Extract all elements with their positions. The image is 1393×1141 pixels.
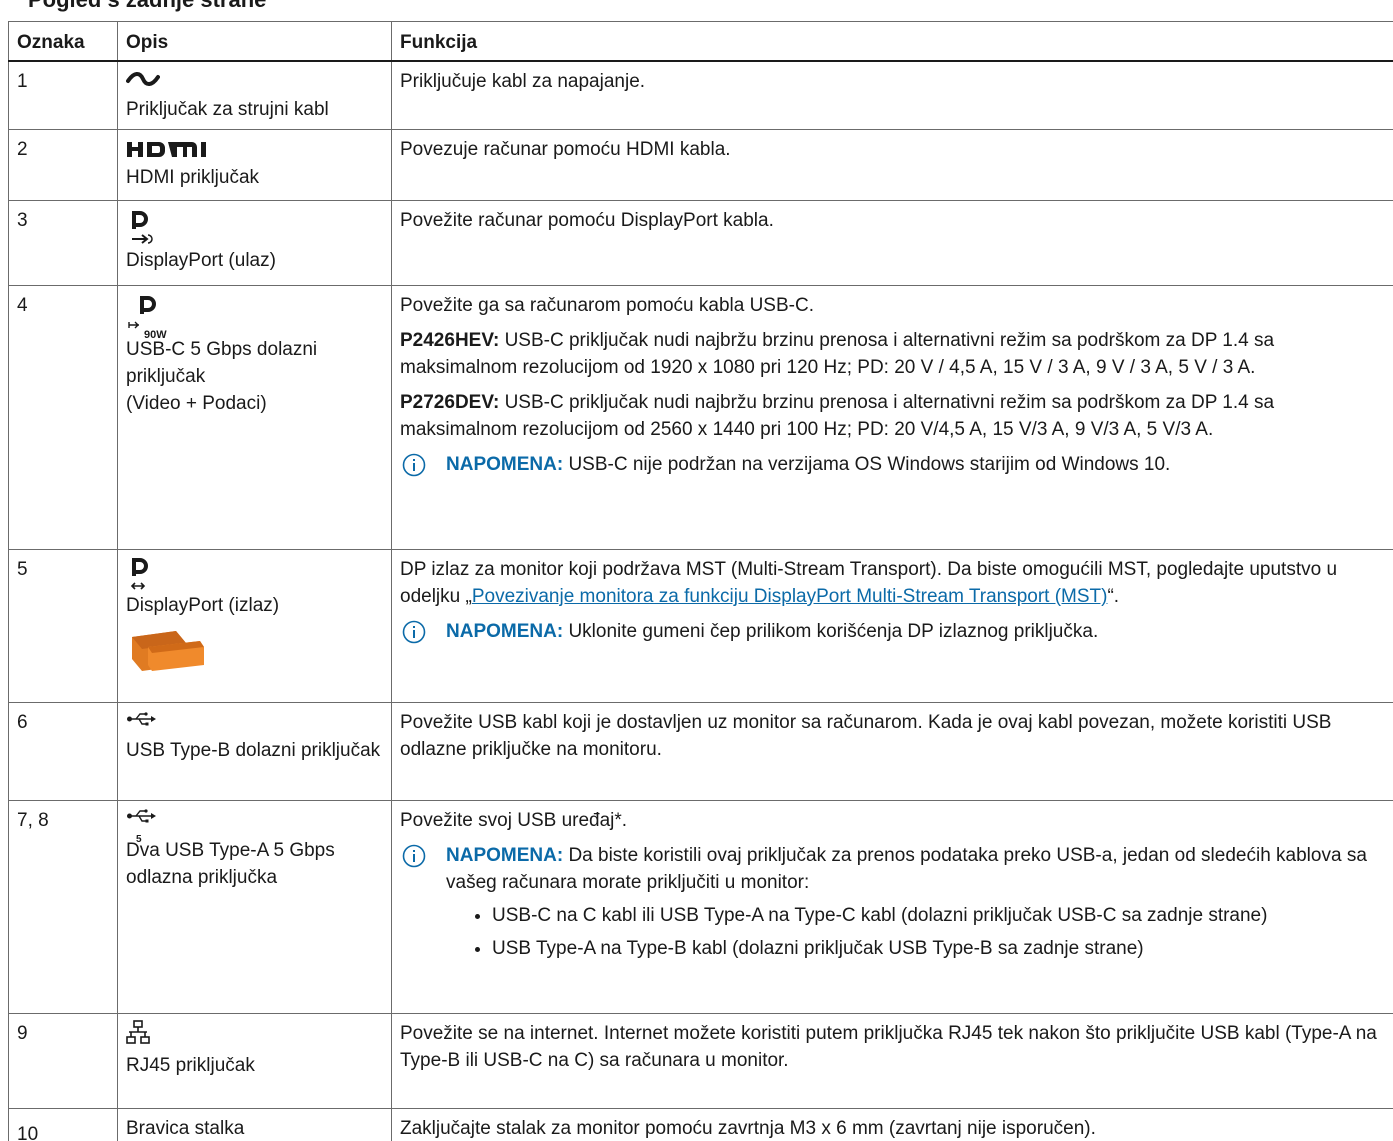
displayport-usbc-90w-icon: 90W: [126, 292, 383, 341]
row-number: 7, 8: [8, 800, 118, 1014]
section-heading: Pogled s zadnje strane: [28, 0, 266, 13]
header-opis: Opis: [117, 21, 392, 62]
table-header-row: Oznaka Opis Funkcija: [8, 21, 1393, 62]
port-subtitle: (Video + Podaci): [126, 393, 267, 414]
row-description: 5 Dva USB Type-A 5 Gbps odlazna priključ…: [117, 800, 392, 1014]
function-text: Povežite svoj USB uređaj*.: [400, 810, 628, 831]
mst-section-link[interactable]: Povezivanje monitora za funkciju Display…: [472, 586, 1108, 607]
rear-ports-table: Oznaka Opis Funkcija 1 Priključak za str…: [8, 21, 1393, 1141]
row-number: 4: [8, 285, 118, 550]
model-spec: P2726DEV: USB-C priključak nudi najbržu …: [400, 389, 1390, 443]
function-text: DP izlaz za monitor koji podržava MST (M…: [400, 556, 1390, 610]
port-name: Dva USB Type-A 5 Gbps odlazna priključka: [126, 840, 335, 888]
note: NAPOMENA: USB-C nije podržan na verzijam…: [400, 451, 1390, 478]
model-spec-text: USB-C priključak nudi najbržu brzinu pre…: [400, 330, 1275, 378]
port-name: USB Type-B dolazni priključak: [126, 740, 381, 761]
displayport-out-icon: [126, 556, 383, 592]
row-function: Povezuje računar pomoću HDMI kabla.: [391, 129, 1393, 201]
row-function: DP izlaz za monitor koji podržava MST (M…: [391, 549, 1393, 703]
network-icon: [126, 1020, 383, 1052]
port-name: Priključak za strujni kabl: [126, 99, 329, 120]
row-function: Povežite se na internet. Internet možete…: [391, 1013, 1393, 1109]
note-label: NAPOMENA:: [446, 845, 564, 866]
row-number: 3: [8, 200, 118, 286]
hdmi-icon: [126, 136, 383, 164]
function-text-post: “.: [1107, 586, 1120, 607]
row-description: RJ45 priključak: [117, 1013, 392, 1109]
row-function: Povežite svoj USB uređaj*. NAPOMENA: Da …: [391, 800, 1393, 1014]
row-number: 6: [8, 702, 118, 801]
table-row: 7, 8 5 Dva USB Type-A 5 Gbps odlazna pri…: [8, 800, 1393, 1014]
row-description: HDMI priključak: [117, 129, 392, 201]
row-number: 9: [8, 1013, 118, 1109]
row-number: 5: [8, 549, 118, 703]
table-row: 6 USB Type-B dolazni priključak Povežite: [8, 702, 1393, 801]
table-row: 9 RJ45 priključak Povežite se na interne…: [8, 1013, 1393, 1109]
cable-list: USB-C na C kabl ili USB Type-A na Type-C…: [444, 902, 1390, 962]
note-text: Uklonite gumeni čep prilikom korišćenja …: [568, 621, 1099, 642]
model-name: P2726DEV:: [400, 392, 500, 413]
row-function: Povežite ga sa računarom pomoću kabla US…: [391, 285, 1393, 550]
info-icon: [402, 453, 426, 477]
table-row: 5 DisplayPort (izlaz) DP izlaz za monito…: [8, 549, 1393, 703]
usb-icon: [126, 709, 383, 737]
table-row: 10 Bravica stalka Zaključajte stalak za …: [8, 1108, 1393, 1141]
note-label: NAPOMENA:: [446, 621, 564, 642]
row-description: DisplayPort (ulaz): [117, 200, 392, 286]
row-function: Povežite računar pomoću DisplayPort kabl…: [391, 200, 1393, 286]
note-text: Da biste koristili ovaj priključak za pr…: [446, 845, 1367, 893]
note-label: NAPOMENA:: [446, 454, 564, 475]
power-wave-icon: [126, 68, 383, 96]
header-funkcija: Funkcija: [391, 21, 1393, 62]
port-name: RJ45 priključak: [126, 1055, 255, 1076]
row-description: DisplayPort (izlaz): [117, 549, 392, 703]
row-function: Priključuje kabl za napajanje.: [391, 60, 1393, 130]
document-page: Pogled s zadnje strane Oznaka Opis Funkc…: [8, 0, 1393, 1141]
note: NAPOMENA: Uklonite gumeni čep prilikom k…: [400, 618, 1390, 645]
port-name: HDMI priključak: [126, 167, 260, 188]
table-row: 1 Priključak za strujni kabl Priključuje…: [8, 60, 1393, 130]
table-row: 4 90W USB-C 5 Gbps dolazni priključak (V…: [8, 285, 1393, 550]
list-item: USB-C na C kabl ili USB Type-A na Type-C…: [492, 902, 1390, 929]
row-description: Bravica stalka: [117, 1108, 392, 1141]
info-icon: [402, 844, 426, 868]
row-function: Povežite USB kabl koji je dostavljen uz …: [391, 702, 1393, 801]
table-row: 3 DisplayPort (ulaz) Povežite računar po…: [8, 200, 1393, 286]
port-name: DisplayPort (ulaz): [126, 250, 276, 271]
power-delivery-caption: 90W: [144, 329, 167, 341]
port-name: DisplayPort (izlaz): [126, 595, 280, 616]
note: NAPOMENA: Da biste koristili ovaj priklj…: [400, 842, 1390, 896]
speed-caption: 5: [136, 834, 142, 845]
row-description: 90W USB-C 5 Gbps dolazni priključak (Vid…: [117, 285, 392, 550]
note-text: USB-C nije podržan na verzijama OS Windo…: [568, 454, 1171, 475]
usb-5gbps-icon: 5: [126, 807, 383, 845]
row-description: USB Type-B dolazni priključak: [117, 702, 392, 801]
table-row: 2 HDMI priključak Povezuje računar pomoć…: [8, 129, 1393, 201]
rubber-plug-image: [126, 625, 383, 685]
port-name: USB-C 5 Gbps dolazni priključak: [126, 339, 318, 387]
row-number: 2: [8, 129, 118, 201]
row-number: 1: [8, 60, 118, 130]
function-text: Povežite ga sa računarom pomoću kabla US…: [400, 295, 814, 316]
model-name: P2426HEV:: [400, 330, 500, 351]
model-spec-text: USB-C priključak nudi najbržu brzinu pre…: [400, 392, 1275, 440]
row-description: Priključak za strujni kabl: [117, 60, 392, 130]
row-function: Zaključajte stalak za monitor pomoću zav…: [391, 1108, 1393, 1141]
displayport-in-icon: [126, 207, 383, 247]
info-icon: [402, 620, 426, 644]
model-spec: P2426HEV: USB-C priključak nudi najbržu …: [400, 327, 1390, 381]
list-item: USB Type-A na Type-B kabl (dolazni prikl…: [492, 935, 1390, 962]
header-oznaka: Oznaka: [8, 21, 118, 62]
row-number: 10: [8, 1108, 118, 1141]
